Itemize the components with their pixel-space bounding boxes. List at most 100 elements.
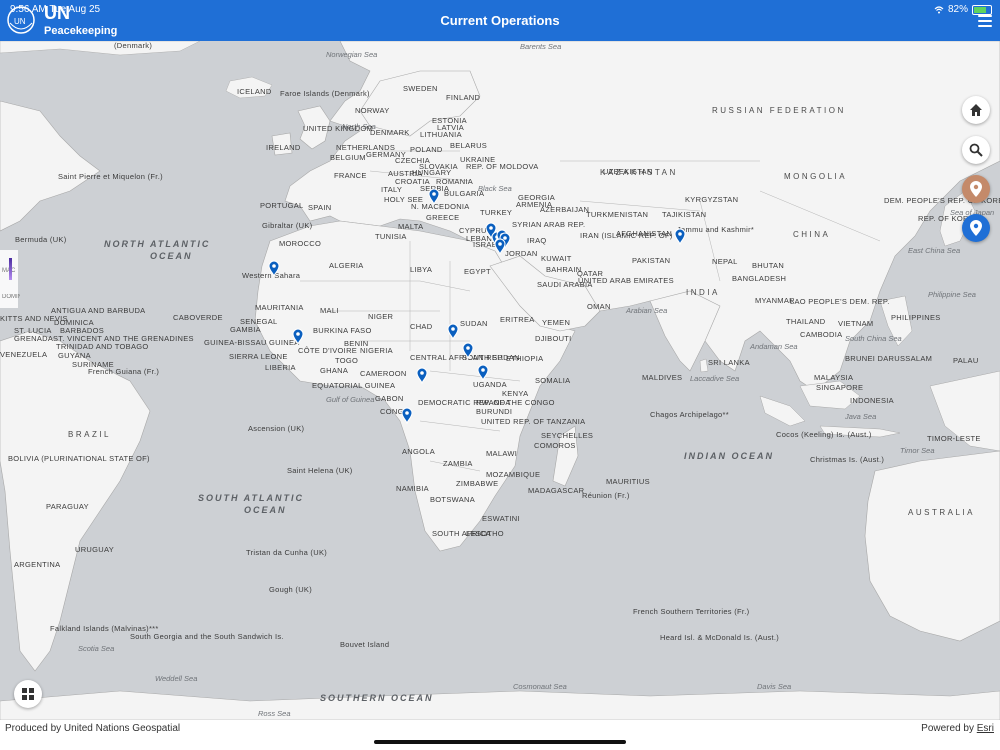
country-label: MALI: [320, 306, 339, 315]
north-america-shape: [0, 100, 101, 232]
country-label: French Southern Territories (Fr.): [633, 607, 750, 616]
country-label: (Denmark): [114, 41, 152, 50]
label-java-sea: Java Sea: [844, 412, 876, 421]
home-button[interactable]: [962, 96, 990, 124]
country-label: TURKMENISTAN: [586, 210, 648, 219]
menu-line: [978, 15, 992, 17]
country-label: LITHUANIA: [420, 130, 462, 139]
country-label: SIERRA LEONE: [229, 352, 288, 361]
country-label: DJIBOUTI: [535, 334, 572, 343]
country-label: PARAGUAY: [46, 502, 89, 511]
country-label: URUGUAY: [75, 545, 114, 554]
country-label: ERITREA: [500, 315, 535, 324]
map-view[interactable]: RUSSIAN FEDERATION KAZAKHSTAN MONGOLIA C…: [0, 41, 1000, 720]
esri-link[interactable]: Esri: [977, 723, 994, 734]
label-southern-ocean: SOUTHERN OCEAN: [320, 693, 434, 703]
country-label: NIGERIA: [360, 346, 393, 355]
country-label: HUNGARY: [412, 168, 451, 177]
country-label: KENYA: [502, 389, 528, 398]
country-label: SUDAN: [460, 319, 488, 328]
country-label: CAMEROON: [360, 369, 407, 378]
label-australia: AUSTRALIA: [908, 508, 975, 517]
label-philippine-sea: Philippine Sea: [928, 290, 976, 299]
label-south-atlantic-text-line2: OCEAN: [244, 505, 287, 515]
country-label: Jammu and Kashmir*: [677, 225, 754, 234]
mission-marker-dot: [678, 232, 682, 236]
battery-icon: [972, 4, 992, 15]
mission-marker-dot: [432, 192, 436, 196]
label-gulf-of-guinea: Gulf of Guinea: [326, 395, 374, 404]
mission-marker-dot: [489, 226, 493, 230]
label-davis-sea: Davis Sea: [757, 682, 791, 691]
label-south-atlantic-text: SOUTH ATLANTIC: [198, 493, 304, 503]
basemap-gallery-button[interactable]: [14, 680, 42, 708]
country-label: KYRGYZSTAN: [685, 195, 738, 204]
legend-strip[interactable]: MAC DOMINICAN REP.: [0, 250, 20, 308]
app-root: RUSSIAN FEDERATION KAZAKHSTAN MONGOLIA C…: [0, 0, 1000, 750]
country-label: MAURITIUS: [606, 477, 650, 486]
country-label: NIGER: [368, 312, 394, 321]
label-china: CHINA: [793, 230, 830, 239]
search-button[interactable]: [962, 136, 990, 164]
australia-shape: [864, 450, 1000, 642]
country-label: Saint Pierre et Miquelon (Fr.): [58, 172, 163, 181]
greenland-shape: [0, 41, 201, 56]
country-label: DENMARK: [370, 128, 410, 137]
country-label: GUYANA: [58, 351, 91, 360]
country-label: Heard Isl. & McDonald Is. (Aust.): [660, 633, 779, 642]
country-label: SPAIN: [308, 203, 331, 212]
country-label: REP. OF MOLDOVA: [466, 162, 539, 171]
country-label: VIETNAM: [838, 319, 873, 328]
credit-right-prefix: Powered by: [921, 723, 977, 734]
grid-icon: [22, 688, 34, 700]
country-label: VENEZUELA: [0, 350, 47, 359]
attribution-bar: Produced by United Nations Geospatial Po…: [0, 720, 1000, 750]
country-label: JORDAN: [505, 249, 538, 258]
label-scotia-sea: Scotia Sea: [78, 644, 114, 653]
country-label: UZBEKISTAN: [603, 167, 653, 176]
country-label: PORTUGAL: [260, 201, 304, 210]
country-label: KITTS AND NEVIS: [0, 314, 68, 323]
country-label: IRAQ: [527, 236, 547, 245]
country-label: TOGO: [335, 356, 358, 365]
country-label: AZERBAIJAN: [540, 205, 589, 214]
country-label: ANGOLA: [402, 447, 435, 456]
country-label: SAUDI ARABIA: [537, 280, 593, 289]
country-label: OMAN: [587, 302, 611, 311]
country-label: Bermuda (UK): [15, 235, 67, 244]
mission-filter-button[interactable]: [962, 214, 990, 242]
home-indicator[interactable]: [374, 740, 626, 744]
menu-button[interactable]: [978, 15, 992, 27]
credit-left: Produced by United Nations Geospatial: [5, 723, 181, 734]
country-label: SYRIAN ARAB REP.: [512, 220, 585, 229]
mission-marker-dot: [503, 236, 507, 240]
country-label: BULGARIA: [444, 189, 484, 198]
country-label: GABON: [375, 394, 404, 403]
label-laccadive-sea: Laccadive Sea: [690, 374, 739, 383]
country-label: MADAGASCAR: [528, 486, 585, 495]
country-label: SWEDEN: [403, 84, 438, 93]
label-brazil: BRAZIL: [68, 430, 111, 439]
map-canvas[interactable]: RUSSIAN FEDERATION KAZAKHSTAN MONGOLIA C…: [0, 41, 1000, 720]
country-label: TRINIDAD AND TOBAGO: [56, 342, 149, 351]
country-label: UNITED KINGDOM: [303, 124, 373, 133]
country-label: PALAU: [953, 356, 979, 365]
menu-line: [978, 25, 992, 27]
home-icon: [970, 104, 982, 116]
country-label: GAMBIA: [230, 325, 261, 334]
country-label: BURUNDI: [476, 407, 512, 416]
location-filter-button[interactable]: [962, 175, 990, 203]
country-label: YEMEN: [542, 318, 570, 327]
country-label: ZAMBIA: [443, 459, 473, 468]
credit-right: Powered by Esri: [921, 723, 994, 734]
country-label: LIBYA: [410, 265, 432, 274]
country-label: Gough (UK): [269, 585, 312, 594]
country-label: SOMALIA: [535, 376, 570, 385]
country-label: THAILAND: [786, 317, 826, 326]
country-label: BOLIVIA (PLURINATIONAL STATE OF): [8, 454, 150, 463]
country-label: MALTA: [398, 222, 423, 231]
country-label: UNITED REP. OF TANZANIA: [481, 417, 585, 426]
search-icon: [969, 143, 983, 157]
menu-line: [978, 20, 992, 22]
label-timor-sea: Timor Sea: [900, 446, 935, 455]
